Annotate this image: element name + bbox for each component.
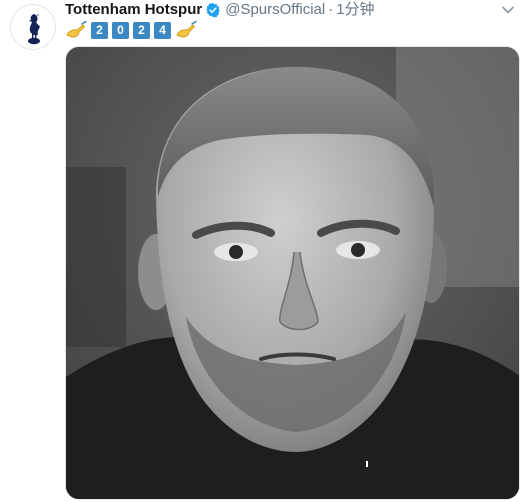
handle[interactable]: @SpursOfficial bbox=[225, 1, 325, 19]
chevron-down-icon[interactable] bbox=[500, 2, 516, 18]
keycap-digit: 2 bbox=[133, 21, 150, 39]
separator-dot: · bbox=[328, 1, 334, 19]
avatar[interactable] bbox=[10, 4, 56, 50]
display-name[interactable]: Tottenham Hotspur bbox=[65, 1, 202, 19]
player-portrait-image bbox=[66, 47, 519, 499]
keycap-digit: 0 bbox=[112, 21, 129, 39]
timestamp[interactable]: 1分钟 bbox=[336, 1, 374, 19]
tweet: Tottenham Hotspur @SpursOfficial · 1分钟 2 0 … bbox=[0, 0, 526, 502]
tweet-header: Tottenham Hotspur @SpursOfficial · 1分钟 bbox=[65, 1, 375, 19]
writing-hand-icon bbox=[176, 21, 197, 38]
verified-badge-icon bbox=[206, 3, 220, 18]
tweet-photo[interactable] bbox=[65, 46, 520, 500]
tweet-text: 2 0 2 4 bbox=[65, 19, 197, 41]
keycap-digit: 2 bbox=[91, 21, 108, 39]
tottenham-cockerel-icon bbox=[28, 14, 40, 45]
writing-hand-icon bbox=[66, 21, 87, 38]
keycap-digit: 4 bbox=[154, 21, 171, 39]
